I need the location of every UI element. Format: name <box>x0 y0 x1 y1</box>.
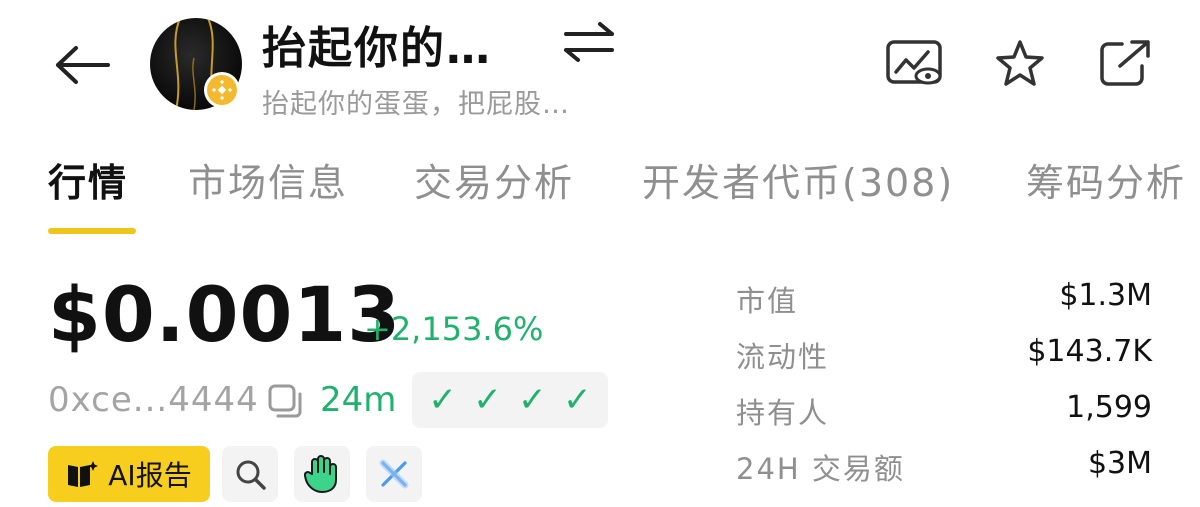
book-sparkle-icon <box>68 461 99 487</box>
swap-button[interactable] <box>560 18 618 68</box>
ai-report-label: AI报告 <box>108 459 192 492</box>
copy-icon <box>268 384 302 418</box>
search-button[interactable] <box>222 446 278 502</box>
price-change: +2,153.6% <box>364 310 544 348</box>
check-icon: ✓ <box>563 380 592 420</box>
stat-label-holders: 持有人 <box>736 396 830 430</box>
stat-label-24h-volume: 24H 交易额 <box>736 452 905 486</box>
twitter-button[interactable] <box>366 446 422 502</box>
x-logo-icon <box>379 459 409 489</box>
security-checks[interactable]: ✓ ✓ ✓ ✓ <box>412 372 608 428</box>
token-age: 24m <box>320 380 397 420</box>
swap-arrows-icon <box>564 22 614 62</box>
token-price: $0.0013 <box>48 270 402 359</box>
arrow-left-icon <box>56 46 110 84</box>
star-icon <box>996 40 1044 86</box>
token-subtitle: 抬起你的蛋蛋，把屁股… <box>262 89 570 120</box>
stat-label-liquidity: 流动性 <box>736 340 830 374</box>
back-button[interactable] <box>50 40 114 90</box>
share-button[interactable] <box>1096 38 1156 90</box>
chain-badge <box>204 72 240 108</box>
tab-market[interactable]: 行情 <box>48 152 128 207</box>
chart-eye-icon <box>886 40 942 85</box>
stat-value-liquidity: $143.7K <box>1027 334 1152 369</box>
stat-value-market-cap: $1.3M <box>1059 278 1152 313</box>
watch-chart-button[interactable] <box>884 38 944 90</box>
community-button[interactable] <box>294 446 350 502</box>
stat-value-holders: 1,599 <box>1066 390 1152 425</box>
stat-label-market-cap: 市值 <box>736 284 799 318</box>
ai-report-button[interactable]: AI报告 <box>48 446 210 502</box>
tab-market-info[interactable]: 市场信息 <box>188 152 348 207</box>
tab-trade-analysis[interactable]: 交易分析 <box>414 152 574 207</box>
contract-address: 0xce...4444 <box>48 380 259 420</box>
favorite-button[interactable] <box>990 38 1050 90</box>
active-tab-indicator <box>48 228 136 234</box>
hand-wave-icon <box>304 455 337 493</box>
check-icon: ✓ <box>428 380 457 420</box>
search-icon <box>236 460 266 490</box>
token-name: 抬起你的… <box>262 23 492 74</box>
tab-chip-analysis[interactable]: 筹码分析 <box>1026 152 1186 207</box>
check-icon: ✓ <box>518 380 547 420</box>
check-icon: ✓ <box>473 380 502 420</box>
copy-address-button[interactable] <box>266 382 306 422</box>
tab-dev-tokens[interactable]: 开发者代币(308) <box>642 152 954 207</box>
stat-value-24h-volume: $3M <box>1087 446 1152 481</box>
share-external-icon <box>1100 40 1150 86</box>
bnb-chain-icon <box>207 75 237 105</box>
